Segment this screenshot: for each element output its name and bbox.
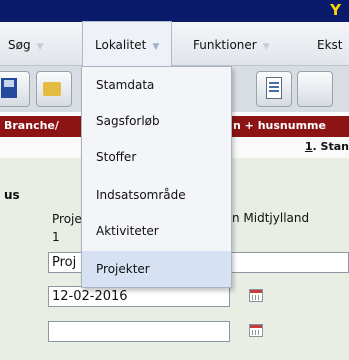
chevron-down-icon: ▼ [262, 42, 270, 52]
menu-bar: Søg ▼ Lokalitet ▼ Funktioner ▼ Ekst [0, 21, 349, 67]
document-button[interactable] [256, 71, 292, 107]
tab-label: . Stan [312, 140, 349, 153]
address-label: n + husnumme [233, 119, 326, 132]
save-button[interactable] [0, 71, 30, 107]
menu-ekst[interactable]: Ekst [317, 22, 343, 65]
calendar-icon[interactable] [249, 289, 263, 302]
project-number: 1 [52, 230, 60, 244]
project-label: Proje [52, 212, 82, 226]
menu-funktioner[interactable]: Funktioner ▼ [193, 22, 270, 65]
menu-item-indsatsomrade[interactable]: Indsatsområde [82, 177, 231, 213]
menu-label: Funktioner [193, 38, 257, 52]
tab-hotkey: 1 [304, 140, 313, 153]
title-text: Y [330, 1, 341, 19]
lokalitet-dropdown: Stamdata Sagsforløb Stoffer Indsatsområd… [81, 66, 232, 288]
folder-icon [43, 82, 61, 96]
calendar-icon[interactable] [249, 324, 263, 337]
menu-item-stoffer[interactable]: Stoffer [82, 139, 231, 175]
menu-item-projekter[interactable]: Projekter [82, 251, 231, 287]
status-label: us [4, 188, 20, 202]
date-field[interactable]: 12-02-2016 [48, 286, 230, 307]
chevron-down-icon: ▼ [36, 42, 44, 52]
document-icon [266, 77, 282, 99]
menu-lokalitet[interactable]: Lokalitet ▼ [82, 21, 173, 67]
menu-item-aktiviteter[interactable]: Aktiviteter [82, 213, 231, 249]
menu-sog[interactable]: Søg ▼ [8, 22, 44, 65]
tab-stamdata[interactable]: 1. Stan [305, 140, 349, 153]
save-icon [1, 78, 17, 98]
menu-label: Ekst [317, 38, 343, 52]
date-field-empty[interactable] [48, 321, 230, 342]
menu-item-stamdata[interactable]: Stamdata [82, 67, 231, 103]
title-bar: Y [0, 0, 349, 22]
toolbar-button[interactable] [297, 71, 333, 107]
menu-label: Lokalitet [95, 38, 147, 52]
region-label: n Midtjylland [232, 211, 310, 225]
chevron-down-icon: ▼ [152, 42, 160, 52]
menu-label: Søg [8, 38, 31, 52]
menu-item-sagsforlob[interactable]: Sagsforløb [82, 103, 231, 139]
branche-label: Branche/ [4, 119, 59, 132]
folder-button[interactable] [36, 71, 72, 107]
